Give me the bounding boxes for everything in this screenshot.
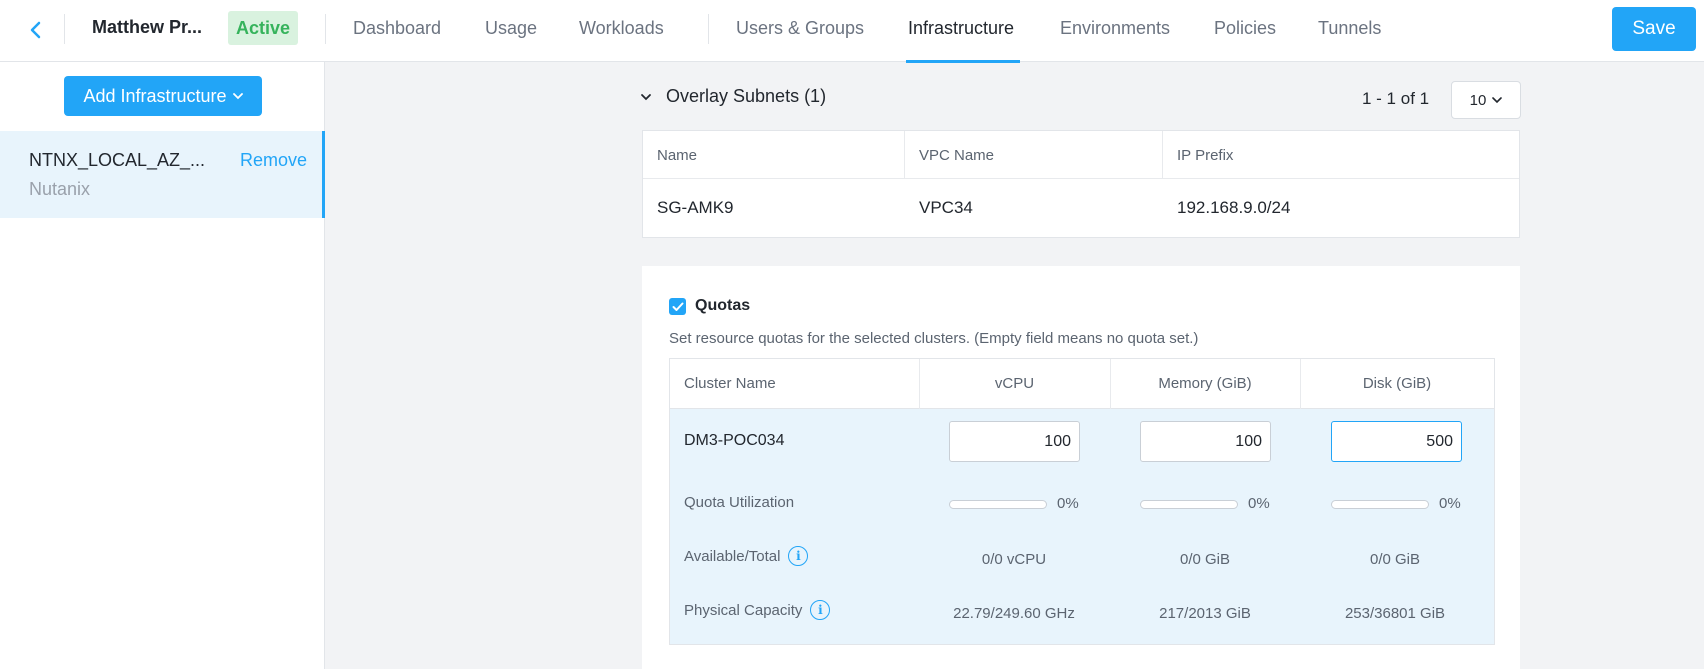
column-header-disk: Disk (GiB) bbox=[1362, 375, 1432, 392]
chevron-down-icon bbox=[232, 93, 243, 100]
quotas-card: Quotas Set resource quotas for the selec… bbox=[642, 266, 1520, 669]
tab-environments[interactable]: Environments bbox=[1060, 18, 1170, 39]
tab-workloads[interactable]: Workloads bbox=[579, 18, 664, 39]
quotas-description: Set resource quotas for the selected clu… bbox=[669, 330, 1199, 347]
top-bar: Matthew Pr... Active Dashboard Usage Wor… bbox=[0, 0, 1704, 63]
overlay-subnets-title: Overlay Subnets (1) bbox=[666, 86, 827, 106]
checkmark-icon bbox=[672, 302, 683, 311]
available-total-label: Available/Total i bbox=[684, 546, 809, 566]
divider bbox=[325, 14, 326, 44]
overlay-subnets-toggle[interactable]: Overlay Subnets (1) bbox=[640, 86, 826, 107]
tab-infrastructure[interactable]: Infrastructure bbox=[908, 18, 1014, 39]
tab-users-groups[interactable]: Users & Groups bbox=[736, 18, 864, 39]
add-infrastructure-button[interactable]: Add Infrastructure bbox=[64, 76, 262, 116]
pagination-summary: 1 - 1 of 1 bbox=[1362, 89, 1430, 108]
memory-physical-capacity: 217/2013 GiB bbox=[1159, 605, 1251, 622]
quota-utilization-label: Quota Utilization bbox=[684, 494, 795, 511]
subnet-name: SG-AMK9 bbox=[657, 198, 734, 217]
back-button[interactable] bbox=[20, 14, 52, 46]
physical-capacity-text: Physical Capacity bbox=[684, 601, 803, 619]
vcpu-utilization-bar bbox=[949, 500, 1047, 509]
quotas-label: Quotas bbox=[695, 297, 751, 314]
quotas-table: Cluster Name vCPU Memory (GiB) Disk (GiB… bbox=[669, 358, 1495, 645]
memory-quota-input[interactable] bbox=[1140, 421, 1271, 462]
disk-quota-input[interactable] bbox=[1331, 421, 1462, 462]
infrastructure-type: Nutanix bbox=[29, 179, 91, 199]
remove-link[interactable]: Remove bbox=[240, 150, 307, 171]
column-header-name: Name bbox=[657, 147, 698, 164]
info-icon[interactable]: i bbox=[788, 546, 809, 566]
subnet-vpc-name: VPC34 bbox=[919, 198, 973, 217]
quotas-checkbox[interactable] bbox=[669, 298, 686, 315]
table-row[interactable]: SG-AMK9 VPC34 192.168.9.0/24 bbox=[643, 179, 1519, 238]
disk-available: 0/0 GiB bbox=[1369, 551, 1421, 568]
divider bbox=[1162, 131, 1163, 179]
tab-usage[interactable]: Usage bbox=[485, 18, 537, 39]
active-tab-indicator bbox=[906, 60, 1020, 63]
overlay-subnets-table: Name VPC Name IP Prefix SG-AMK9 VPC34 19… bbox=[642, 130, 1520, 238]
add-infrastructure-label: Add Infrastructure bbox=[83, 85, 227, 106]
disk-utilization-percent: 0% bbox=[1439, 495, 1461, 512]
tab-policies[interactable]: Policies bbox=[1214, 18, 1276, 39]
available-total-text: Available/Total bbox=[684, 547, 781, 565]
tab-tunnels[interactable]: Tunnels bbox=[1318, 18, 1381, 39]
column-header-cluster-name: Cluster Name bbox=[684, 375, 776, 392]
cluster-name: DM3-POC034 bbox=[684, 432, 785, 449]
vcpu-utilization-percent: 0% bbox=[1057, 495, 1079, 512]
disk-utilization-bar bbox=[1331, 500, 1429, 509]
divider bbox=[64, 14, 65, 44]
vcpu-physical-capacity: 22.79/249.60 GHz bbox=[953, 605, 1075, 622]
page-size-select[interactable]: 10 bbox=[1451, 81, 1521, 119]
save-button[interactable]: Save bbox=[1612, 7, 1696, 51]
vcpu-available: 0/0 vCPU bbox=[981, 551, 1047, 568]
status-badge: Active bbox=[228, 11, 299, 45]
table-header: Name VPC Name IP Prefix bbox=[643, 131, 1519, 179]
chevron-left-icon bbox=[30, 21, 41, 39]
table-header: Cluster Name vCPU Memory (GiB) Disk (GiB… bbox=[670, 359, 1494, 409]
divider bbox=[708, 14, 709, 44]
chevron-down-icon bbox=[1492, 97, 1503, 104]
column-header-vpc-name: VPC Name bbox=[919, 147, 995, 164]
tab-dashboard[interactable]: Dashboard bbox=[353, 18, 441, 39]
project-name: Matthew Pr... bbox=[92, 17, 203, 37]
vcpu-quota-input[interactable] bbox=[949, 421, 1080, 462]
column-header-memory: Memory (GiB) bbox=[1158, 375, 1252, 392]
divider bbox=[904, 131, 905, 179]
subnet-ip-prefix: 192.168.9.0/24 bbox=[1177, 198, 1291, 217]
physical-capacity-label: Physical Capacity i bbox=[684, 600, 831, 620]
page-size-value: 10 bbox=[1469, 91, 1487, 109]
memory-available: 0/0 GiB bbox=[1179, 551, 1231, 568]
memory-utilization-bar bbox=[1140, 500, 1238, 509]
memory-utilization-percent: 0% bbox=[1248, 495, 1270, 512]
infrastructure-name: NTNX_LOCAL_AZ_... bbox=[29, 150, 206, 170]
disk-physical-capacity: 253/36801 GiB bbox=[1344, 605, 1446, 622]
quota-cluster-row: DM3-POC034 Quota Utilization 0% 0% 0% Av… bbox=[670, 409, 1494, 644]
chevron-down-icon bbox=[641, 93, 651, 100]
column-header-vcpu: vCPU bbox=[994, 375, 1035, 392]
info-icon[interactable]: i bbox=[810, 600, 831, 620]
sidebar: Add Infrastructure NTNX_LOCAL_AZ_... Rem… bbox=[0, 62, 325, 669]
column-header-ip-prefix: IP Prefix bbox=[1177, 147, 1234, 164]
sidebar-item-infrastructure[interactable]: NTNX_LOCAL_AZ_... Remove Nutanix bbox=[0, 131, 325, 218]
